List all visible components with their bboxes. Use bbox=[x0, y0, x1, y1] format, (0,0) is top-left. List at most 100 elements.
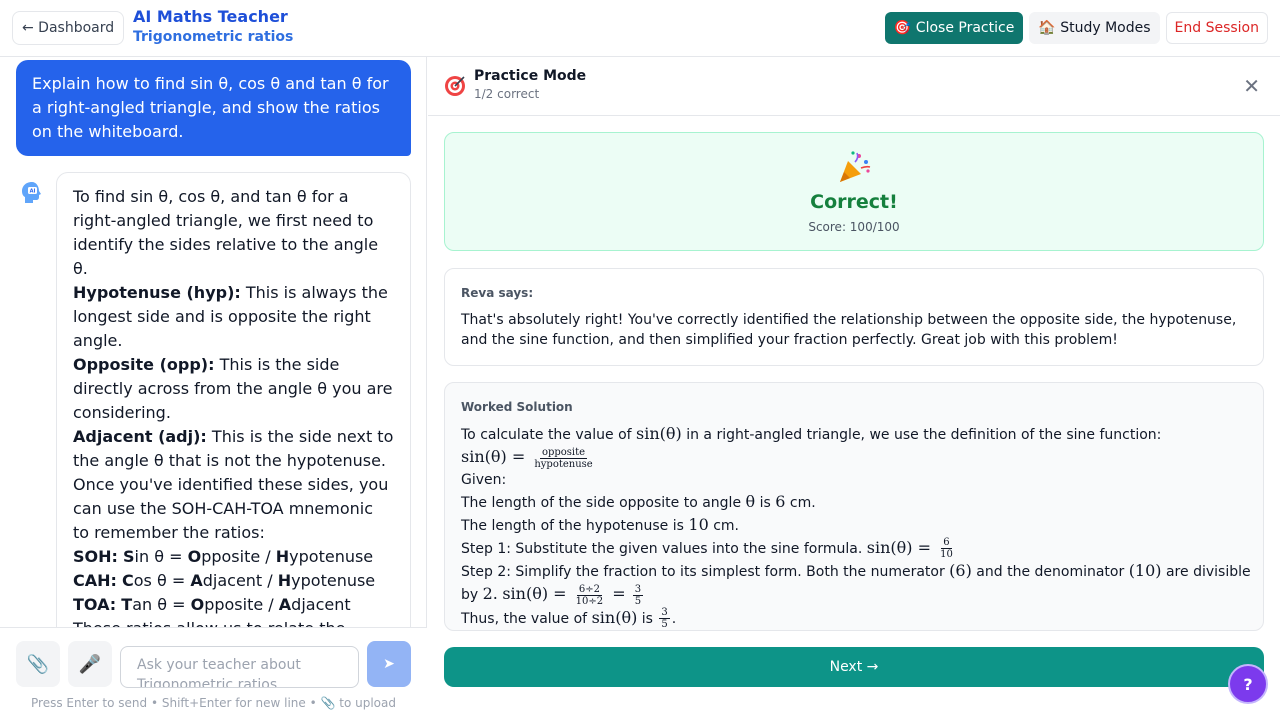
opp-term: Opposite (opp): bbox=[73, 355, 215, 374]
practice-score: 1/2 correct bbox=[474, 87, 540, 101]
microphone-button[interactable]: 🎤 bbox=[68, 641, 112, 687]
feedback-label: Reva says: bbox=[461, 286, 534, 300]
close-icon[interactable]: ✕ bbox=[1243, 75, 1260, 97]
toa-rest1: an θ = bbox=[132, 595, 191, 614]
toa-label: TOA: bbox=[73, 595, 117, 614]
solution-line-hypotenuse: The length of the hypotenuse is 10 cm. bbox=[461, 514, 1256, 537]
text: To calculate the value of bbox=[461, 427, 637, 443]
help-button[interactable]: ? bbox=[1228, 664, 1268, 704]
math-sin-theta: sin(θ) bbox=[461, 447, 507, 466]
svg-text:AI: AI bbox=[30, 189, 36, 195]
mnemonic-intro: Once you've identified these sides, you … bbox=[73, 475, 389, 542]
solution-conclusion: Thus, the value of sin(θ) is 35. bbox=[461, 607, 1256, 630]
opposite-definition: Opposite (opp): This is the side directl… bbox=[73, 353, 394, 425]
header-actions: 🎯 Close Practice 🏠 Study Modes End Sessi… bbox=[884, 12, 1268, 44]
soh-label: SOH: bbox=[73, 547, 118, 566]
text: Thus, the value of bbox=[461, 610, 592, 627]
feedback-card: Reva says: That's absolutely right! You'… bbox=[444, 268, 1264, 366]
frac-num: 3 bbox=[659, 607, 670, 619]
target-icon bbox=[445, 76, 465, 96]
chat-input[interactable]: Ask your teacher about Trigonometric rat… bbox=[120, 646, 359, 688]
frac-num: 6÷2 bbox=[576, 583, 602, 596]
soh-s: S bbox=[123, 547, 135, 566]
soh-rest2: pposite / bbox=[201, 547, 276, 566]
math-theta: θ bbox=[745, 491, 756, 511]
cah-label: CAH: bbox=[73, 571, 117, 590]
frac-den: 5 bbox=[634, 595, 642, 607]
solution-step1: Step 1: Substitute the given values into… bbox=[461, 537, 1256, 560]
toa-t: T bbox=[121, 595, 133, 614]
solution-line-formula: sin(θ) = opposite hypotenuse bbox=[461, 446, 1256, 470]
text: and the denominator bbox=[971, 564, 1129, 580]
solution-line-intro: To calculate the value of sin(θ) in a ri… bbox=[461, 423, 1256, 446]
composer-hint: Press Enter to send • Shift+Enter for ne… bbox=[31, 696, 396, 710]
ai-teacher-icon: AI bbox=[22, 182, 41, 203]
frac-den: 10 bbox=[940, 549, 953, 560]
next-button[interactable]: Next → bbox=[444, 647, 1264, 687]
solution-given: Given: bbox=[461, 471, 507, 488]
fraction-6-10: 6 10 bbox=[938, 537, 955, 560]
soh-o: O bbox=[187, 547, 202, 566]
text: Step 1: Substitute the given values into… bbox=[461, 540, 867, 557]
practice-mode-title: Practice Mode bbox=[474, 68, 587, 84]
toa-rest3: djacent bbox=[291, 595, 351, 614]
math-ten: 10 bbox=[688, 514, 709, 534]
toa-a: A bbox=[278, 595, 292, 614]
chat-composer: 📎 🎤 Ask your teacher about Trigonometric… bbox=[0, 627, 427, 720]
topic-subtitle: Trigonometric ratios bbox=[133, 29, 294, 45]
ai-intro-text: To find sin θ, cos θ, and tan θ for a ri… bbox=[73, 187, 379, 278]
math-sin-theta: sin(θ) bbox=[636, 424, 682, 443]
study-modes-button[interactable]: 🏠 Study Modes bbox=[1029, 12, 1160, 44]
toa-line: TOA: Tan θ = Opposite / Adjacent bbox=[73, 593, 394, 617]
party-popper-icon bbox=[840, 151, 871, 182]
hypotenuse-definition: Hypotenuse (hyp): This is always the lon… bbox=[73, 281, 394, 353]
toa-rest2: pposite / bbox=[204, 595, 279, 614]
user-message: Explain how to find sin θ, cos θ and tan… bbox=[16, 60, 411, 156]
fraction-3-5: 35 bbox=[632, 583, 644, 607]
math-ten-paren: (10) bbox=[1128, 561, 1162, 580]
end-session-button[interactable]: End Session bbox=[1165, 12, 1268, 44]
chat-panel: Explain how to find sin θ, cos θ and tan… bbox=[0, 57, 427, 720]
math-six: 6 bbox=[775, 491, 786, 511]
cah-a: A bbox=[190, 571, 203, 590]
text: is bbox=[637, 610, 658, 627]
math-six-paren: (6) bbox=[949, 561, 972, 580]
worked-solution-body: To calculate the value of sin(θ) in a ri… bbox=[461, 423, 1256, 630]
math-sin-theta: sin(θ) bbox=[591, 607, 638, 627]
result-card: Correct! Score: 100/100 bbox=[444, 132, 1264, 251]
hyp-term: Hypotenuse (hyp): bbox=[73, 283, 241, 302]
cah-rest1: os θ = bbox=[133, 571, 191, 590]
cah-line: CAH: Cos θ = Adjacent / Hypotenuse bbox=[73, 569, 394, 593]
frac-num: 3 bbox=[632, 583, 644, 596]
adjacent-definition: Adjacent (adj): This is the side next to… bbox=[73, 425, 394, 473]
fraction-opposite-hypotenuse: opposite hypotenuse bbox=[532, 447, 594, 470]
toa-o: O bbox=[190, 595, 205, 614]
worked-solution-card: Worked Solution To calculate the value o… bbox=[444, 382, 1264, 631]
result-score: Score: 100/100 bbox=[808, 220, 900, 234]
math-two: 2. bbox=[482, 584, 498, 603]
cah-c: C bbox=[122, 571, 134, 590]
cah-h: H bbox=[277, 571, 292, 590]
soh-rest1: in θ = bbox=[134, 547, 188, 566]
frac-den: 5 bbox=[661, 619, 668, 630]
adj-term: Adjacent (adj): bbox=[73, 427, 207, 446]
microphone-icon: 🎤 bbox=[78, 653, 102, 675]
math-sin-theta: sin(θ) bbox=[502, 584, 549, 603]
text: cm. bbox=[785, 494, 816, 511]
math-equals: = bbox=[607, 584, 631, 603]
result-title: Correct! bbox=[810, 191, 898, 213]
ai-message: To find sin θ, cos θ, and tan θ for a ri… bbox=[56, 172, 411, 627]
soh-rest3: ypotenuse bbox=[289, 547, 374, 566]
attach-button[interactable]: 📎 bbox=[16, 641, 60, 687]
soh-h: H bbox=[275, 547, 290, 566]
chat-messages[interactable]: Explain how to find sin θ, cos θ and tan… bbox=[0, 57, 427, 627]
back-to-dashboard-button[interactable]: ← Dashboard bbox=[12, 11, 125, 45]
send-button[interactable]: ➤ bbox=[367, 641, 411, 687]
close-practice-button[interactable]: 🎯 Close Practice bbox=[884, 12, 1024, 44]
solution-step2: Step 2: Simplify the fraction to its sim… bbox=[461, 560, 1256, 583]
worked-solution-label: Worked Solution bbox=[461, 400, 573, 414]
text: The length of the side opposite to angle bbox=[461, 494, 746, 511]
text: by bbox=[461, 587, 483, 603]
top-header: ← Dashboard AI Maths Teacher Trigonometr… bbox=[0, 0, 1280, 57]
frac-den: 10÷2 bbox=[575, 595, 604, 607]
